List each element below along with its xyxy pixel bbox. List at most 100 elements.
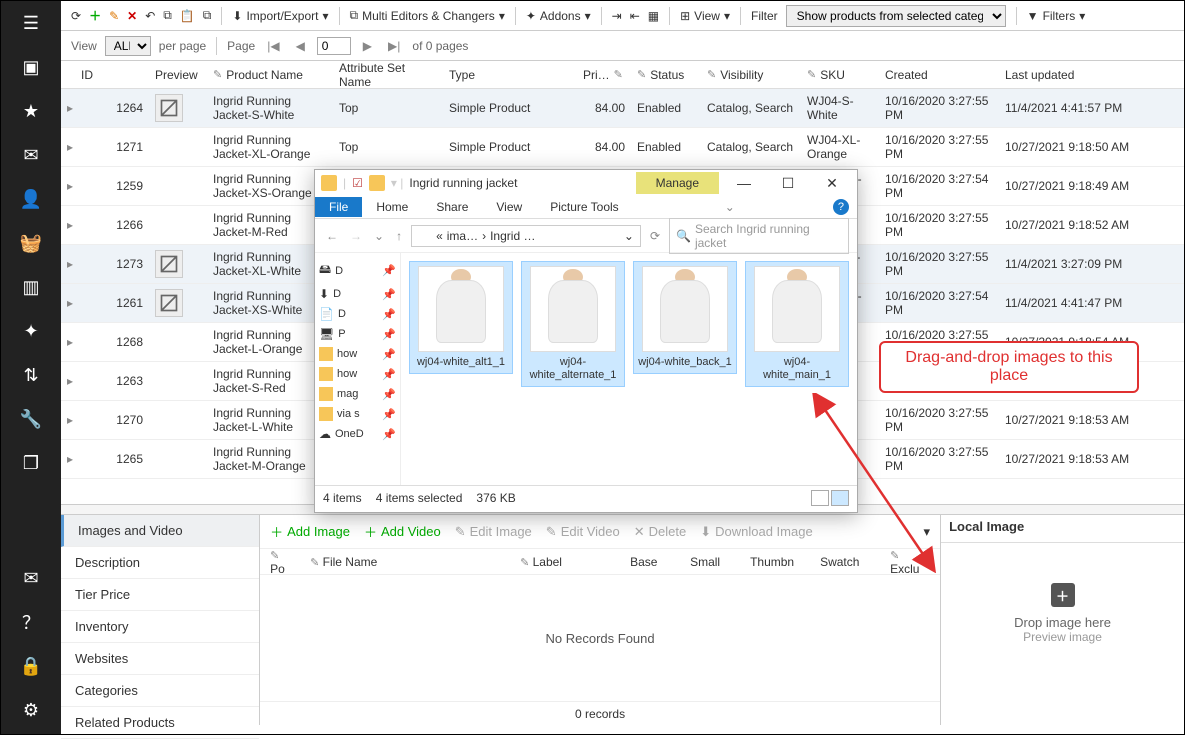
back-icon[interactable]: ←: [323, 229, 341, 243]
file-item[interactable]: wj04-white_back_1: [633, 261, 737, 374]
col-id[interactable]: ID: [75, 68, 149, 82]
tree-node[interactable]: how📌: [319, 344, 396, 364]
filters-button[interactable]: ▼ Filters ▾: [1027, 9, 1086, 23]
tree-node[interactable]: 📄D📌: [319, 304, 396, 324]
import-export-button[interactable]: ⬇ Import/Export ▾: [232, 9, 328, 23]
detail-tab[interactable]: Images and Video: [61, 515, 259, 547]
inbox-icon[interactable]: ✉: [23, 143, 38, 167]
view-button[interactable]: ⊞ View ▾: [680, 9, 730, 23]
tree-node[interactable]: ☁OneD📌: [319, 424, 396, 444]
detail-tab[interactable]: Categories: [61, 675, 259, 707]
add-icon[interactable]: ＋: [89, 7, 101, 24]
user-icon[interactable]: 👤: [20, 187, 42, 211]
refresh-icon[interactable]: ⟳: [647, 229, 663, 243]
detail-tab[interactable]: Inventory: [61, 611, 259, 643]
addons-button[interactable]: ✦ Addons ▾: [526, 9, 591, 23]
ribbon-home[interactable]: Home: [362, 197, 422, 217]
page-input[interactable]: [317, 37, 351, 55]
delete-button[interactable]: ✕ Delete: [634, 524, 686, 540]
view-select[interactable]: ALL: [105, 36, 151, 56]
edit-video-button[interactable]: ✎ Edit Video: [546, 524, 620, 540]
file-list[interactable]: wj04-white_alt1_1wj04-white_alternate_1w…: [401, 253, 857, 485]
file-item[interactable]: wj04-white_alternate_1: [521, 261, 625, 387]
more-icon[interactable]: ▾: [924, 524, 931, 540]
ribbon-file[interactable]: File: [315, 197, 362, 217]
detail-col[interactable]: ✎ Exclu: [880, 548, 940, 576]
up-icon[interactable]: ↑: [393, 229, 405, 243]
prev-page-icon[interactable]: ◀: [292, 39, 309, 53]
detail-col[interactable]: ✎ Label: [510, 555, 620, 569]
filter-select[interactable]: Show products from selected categories: [786, 5, 1006, 27]
folder-tree[interactable]: 🖴D📌⬇D📌📄D📌🖥P📌how📌how📌mag📌via s📌☁OneD📌: [315, 253, 401, 485]
expand-icon[interactable]: ▸: [61, 140, 75, 154]
file-explorer-window[interactable]: | ☑ ▾ | Ingrid running jacket Manage — ☐…: [314, 169, 858, 513]
cell-preview[interactable]: [149, 289, 207, 317]
detail-col[interactable]: Small: [680, 555, 740, 569]
drop-zone[interactable]: ＋ Drop image here Preview image: [941, 543, 1184, 684]
search-input[interactable]: 🔍Search Ingrid running jacket: [669, 218, 849, 254]
detail-col[interactable]: ✎ File Name: [300, 555, 480, 569]
col-type[interactable]: Type: [443, 68, 577, 82]
help-icon[interactable]: ？: [22, 610, 40, 634]
expand-icon[interactable]: ▸: [61, 335, 75, 349]
add-image-button[interactable]: ＋ Add Image: [270, 522, 350, 541]
col-sku[interactable]: ✎ SKU: [801, 68, 879, 82]
tool3-icon[interactable]: ▦: [648, 9, 659, 23]
col-name[interactable]: ✎ Product Name: [207, 68, 333, 82]
maximize-icon[interactable]: ☐: [769, 175, 807, 192]
cell-preview[interactable]: [149, 250, 207, 278]
chart-icon[interactable]: ▥: [22, 275, 39, 299]
basket-icon[interactable]: 🧺: [20, 231, 42, 255]
store-icon[interactable]: ▣: [22, 55, 39, 79]
tree-node[interactable]: 🖥P📌: [319, 324, 396, 344]
expand-icon[interactable]: ▸: [61, 374, 75, 388]
menu-icon[interactable]: ☰: [23, 11, 39, 35]
table-row[interactable]: ▸1264Ingrid Running Jacket-S-WhiteTopSim…: [61, 89, 1184, 128]
expand-ribbon-icon[interactable]: ⌄: [725, 200, 735, 214]
details-view-icon[interactable]: [811, 490, 829, 506]
first-page-icon[interactable]: |◀: [263, 39, 283, 53]
tree-node[interactable]: mag📌: [319, 384, 396, 404]
col-price[interactable]: Pri… ✎: [577, 68, 631, 82]
ribbon-share[interactable]: Share: [422, 197, 482, 217]
copy-icon[interactable]: ⧉: [163, 8, 172, 23]
star-icon[interactable]: ★: [23, 99, 39, 123]
detail-tab[interactable]: Description: [61, 547, 259, 579]
wrench-icon[interactable]: 🔧: [20, 407, 42, 431]
expand-icon[interactable]: ▸: [61, 218, 75, 232]
ribbon-view[interactable]: View: [482, 197, 536, 217]
tool1-icon[interactable]: ⇥: [612, 9, 622, 23]
col-preview[interactable]: Preview: [149, 68, 207, 82]
expand-icon[interactable]: ▸: [61, 296, 75, 310]
expand-icon[interactable]: ▸: [61, 101, 75, 115]
tree-node[interactable]: 🖴D📌: [319, 257, 396, 284]
detail-col[interactable]: Thumbn: [740, 555, 810, 569]
help-icon[interactable]: ?: [833, 199, 849, 215]
forward-icon[interactable]: →: [347, 229, 365, 243]
dup-icon[interactable]: ⧉: [203, 8, 212, 23]
detail-col[interactable]: Base: [620, 555, 680, 569]
tree-node[interactable]: via s📌: [319, 404, 396, 424]
tool2-icon[interactable]: ⇤: [630, 9, 640, 23]
edit-icon[interactable]: ✎: [109, 9, 119, 23]
tree-node[interactable]: how📌: [319, 364, 396, 384]
table-row[interactable]: ▸1271Ingrid Running Jacket-XL-OrangeTopS…: [61, 128, 1184, 167]
crumb1[interactable]: ima…: [447, 229, 478, 243]
detail-tab[interactable]: Websites: [61, 643, 259, 675]
address-bar[interactable]: « ima… › Ingrid … ⌄: [411, 225, 641, 247]
thumb-view-icon[interactable]: [831, 490, 849, 506]
copy-icon[interactable]: ❐: [23, 451, 39, 475]
file-item[interactable]: wj04-white_main_1: [745, 261, 849, 387]
col-attr[interactable]: Attribute Set Name: [333, 61, 443, 89]
detail-tab[interactable]: Tier Price: [61, 579, 259, 611]
paste-icon[interactable]: 📋: [180, 9, 195, 23]
col-status[interactable]: ✎ Status: [631, 68, 701, 82]
gear-icon[interactable]: ⚙: [23, 698, 39, 722]
multi-editors-button[interactable]: ⧉ Multi Editors & Changers ▾: [350, 8, 505, 23]
delete-icon[interactable]: ✕: [127, 9, 137, 23]
check-icon[interactable]: ☑: [352, 176, 363, 190]
transfer-icon[interactable]: ⇅: [23, 363, 38, 387]
col-updated[interactable]: Last updated: [999, 68, 1139, 82]
tree-node[interactable]: ⬇D📌: [319, 284, 396, 304]
detail-col[interactable]: Swatch: [810, 555, 880, 569]
